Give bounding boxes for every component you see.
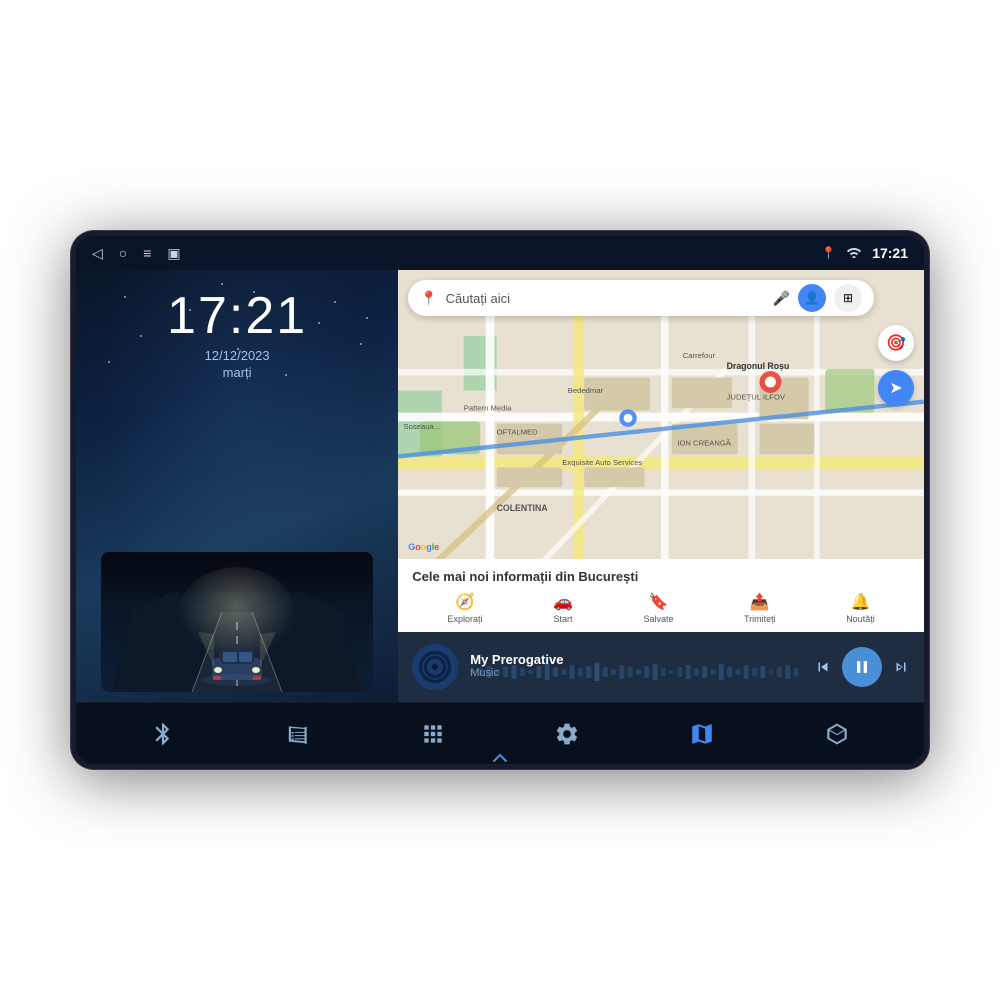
left-panel: 17:21 12/12/2023 marți xyxy=(76,270,398,702)
share-icon: 📤 xyxy=(750,592,770,612)
home-button[interactable]: ○ xyxy=(119,245,127,261)
svg-text:Dragonul Roșu: Dragonul Roșu xyxy=(727,361,790,371)
svg-text:Exquisite Auto Services: Exquisite Auto Services xyxy=(563,458,643,467)
album-art-svg xyxy=(412,644,458,690)
cube-icon xyxy=(824,721,850,747)
music-controls xyxy=(814,647,910,687)
search-placeholder: Căutați aici xyxy=(446,291,765,306)
nav-maps[interactable] xyxy=(680,712,724,756)
svg-text:Pattern Media: Pattern Media xyxy=(464,403,512,412)
prev-button[interactable] xyxy=(814,658,832,676)
device-screen: ◁ ○ ≡ ▣ 📍 17:21 xyxy=(76,236,924,764)
start-icon: 🚗 xyxy=(553,592,573,612)
svg-text:ION CREANGĂ: ION CREANGĂ xyxy=(678,439,732,448)
start-label: Start xyxy=(553,614,572,624)
status-time: 17:21 xyxy=(872,245,908,261)
next-icon xyxy=(892,658,910,676)
tunnel-svg xyxy=(101,552,373,692)
saved-label: Salvate xyxy=(643,614,673,624)
clock-time: 17:21 xyxy=(167,290,307,342)
map-info-title: Cele mai noi informații din București xyxy=(412,569,910,584)
saved-icon: 🔖 xyxy=(649,592,669,612)
google-logo: Google xyxy=(408,542,439,552)
nav-radio[interactable] xyxy=(276,712,320,756)
map-section[interactable]: Dragonul Roșu Carrefour Pattern Media OF… xyxy=(398,270,924,632)
tab-explorați[interactable]: 🧭 Explorați xyxy=(447,592,482,624)
navigate-button[interactable]: ➤ xyxy=(878,370,914,406)
apps-icon xyxy=(420,721,446,747)
share-label: Trimiteți xyxy=(744,614,776,624)
bottom-nav xyxy=(76,702,924,764)
status-bar: ◁ ○ ≡ ▣ 📍 17:21 xyxy=(76,236,924,270)
svg-text:OFTALMED: OFTALMED xyxy=(497,428,539,437)
grid-icon[interactable]: ⊞ xyxy=(834,284,862,312)
wifi-icon xyxy=(846,246,862,261)
svg-text:JUDEȚUL ILFOV: JUDEȚUL ILFOV xyxy=(727,393,786,402)
nav-settings[interactable] xyxy=(545,712,589,756)
settings-icon xyxy=(554,721,580,747)
waveform-svg xyxy=(470,662,802,682)
waveform xyxy=(470,666,802,682)
music-info-waveform: My Prerogative Music xyxy=(470,652,802,682)
pin-icon: 📍 xyxy=(821,246,836,260)
news-icon: 🔔 xyxy=(850,592,870,612)
pause-icon xyxy=(852,657,872,677)
tunnel-scene xyxy=(101,552,373,692)
back-button[interactable]: ◁ xyxy=(92,245,103,262)
explore-icon: 🧭 xyxy=(455,592,475,612)
nav-3d[interactable] xyxy=(815,712,859,756)
status-indicators: 📍 17:21 xyxy=(821,245,908,261)
svg-text:Bededmar: Bededmar xyxy=(568,386,604,395)
tab-trimiteti[interactable]: 📤 Trimiteți xyxy=(744,592,776,624)
map-nav-tabs: 🧭 Explorați 🚗 Start 🔖 Salvate xyxy=(412,592,910,624)
menu-button[interactable]: ≡ xyxy=(143,245,151,261)
chevron-icon xyxy=(492,753,508,763)
chevron-up-indicator xyxy=(492,752,508,764)
svg-text:COLENTINA: COLENTINA xyxy=(497,503,549,513)
map-info-bar: Cele mai noi informații din București 🧭 … xyxy=(398,559,924,632)
clock-section: 17:21 12/12/2023 marți xyxy=(167,290,307,380)
nav-apps[interactable] xyxy=(411,712,455,756)
right-panel: Dragonul Roșu Carrefour Pattern Media OF… xyxy=(398,270,924,702)
album-art xyxy=(412,644,458,690)
nav-bluetooth[interactable] xyxy=(141,712,185,756)
recents-button[interactable]: ▣ xyxy=(167,245,180,262)
play-pause-button[interactable] xyxy=(842,647,882,687)
voice-search-icon[interactable]: 🎤 xyxy=(773,290,790,307)
profile-icon[interactable]: 👤 xyxy=(798,284,826,312)
tab-start[interactable]: 🚗 Start xyxy=(553,592,573,624)
map-search-bar[interactable]: 📍 Căutați aici 🎤 👤 ⊞ xyxy=(408,280,874,316)
explore-label: Explorați xyxy=(447,614,482,624)
search-icons: 🎤 👤 ⊞ xyxy=(773,284,862,312)
main-content: 17:21 12/12/2023 marți xyxy=(76,270,924,702)
location-button[interactable]: 🎯 xyxy=(878,325,914,361)
music-player: My Prerogative Music xyxy=(398,632,924,702)
tab-noutati[interactable]: 🔔 Noutăți xyxy=(846,592,875,624)
maps-icon xyxy=(689,721,715,747)
bluetooth-icon xyxy=(150,721,176,747)
prev-icon xyxy=(814,658,832,676)
svg-text:Soseaua...: Soseaua... xyxy=(404,422,441,431)
news-label: Noutăți xyxy=(846,614,875,624)
car-image xyxy=(101,552,373,692)
clock-day: marți xyxy=(167,365,307,380)
nav-buttons: ◁ ○ ≡ ▣ xyxy=(92,245,181,262)
tab-salvate[interactable]: 🔖 Salvate xyxy=(643,592,673,624)
next-button[interactable] xyxy=(892,658,910,676)
google-maps-pin-icon: 📍 xyxy=(420,290,437,307)
radio-icon xyxy=(285,721,311,747)
svg-text:Carrefour: Carrefour xyxy=(683,351,716,360)
clock-date: 12/12/2023 xyxy=(167,348,307,363)
car-display: ◁ ○ ≡ ▣ 📍 17:21 xyxy=(70,230,930,770)
